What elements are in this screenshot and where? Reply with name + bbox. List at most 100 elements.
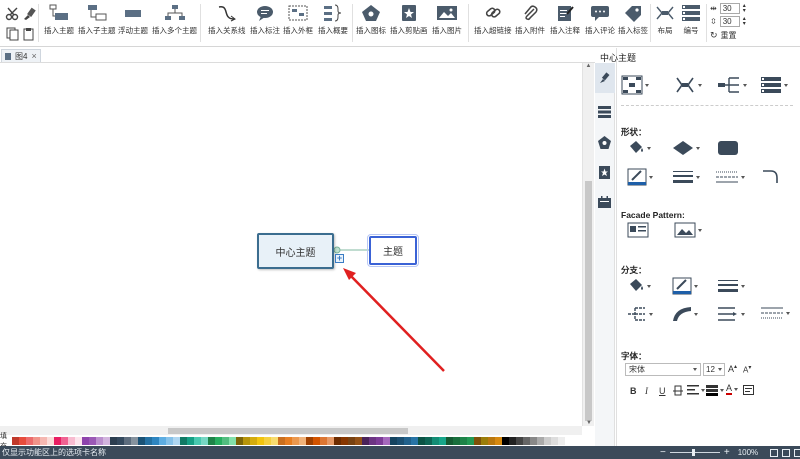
shape-fill-button[interactable]	[627, 140, 651, 156]
collapse-toggle[interactable]: +	[335, 254, 344, 263]
color-swatch[interactable]	[362, 436, 369, 445]
color-swatch[interactable]	[26, 436, 33, 445]
insert-picture-button[interactable]: 插入图片	[432, 3, 462, 36]
vertical-spacing-stepper[interactable]: ▴ ▾	[743, 16, 746, 27]
color-swatch[interactable]	[201, 436, 208, 445]
color-swatch[interactable]	[551, 436, 558, 445]
reset-button[interactable]: ↻ 重置	[710, 30, 737, 41]
color-swatch[interactable]	[278, 436, 285, 445]
subtopic-node[interactable]: 主题	[367, 234, 419, 267]
font-family-select[interactable]: 宋体	[625, 363, 701, 376]
numbering-button[interactable]: 编号	[680, 3, 702, 36]
branch-fill-button[interactable]	[627, 278, 651, 294]
color-swatch[interactable]	[257, 436, 264, 445]
branch-weight-button[interactable]	[717, 279, 745, 293]
horizontal-spacing-input[interactable]: 30	[719, 3, 740, 14]
multi-topic-button[interactable]: 插入多个主题	[152, 3, 197, 36]
bold-button[interactable]: B	[630, 386, 637, 396]
color-swatch[interactable]	[453, 436, 460, 445]
color-swatch[interactable]	[103, 436, 110, 445]
font-size-select[interactable]: 12	[703, 363, 725, 376]
color-swatch[interactable]	[320, 436, 327, 445]
color-swatch[interactable]	[383, 436, 390, 445]
color-swatch[interactable]	[509, 436, 516, 445]
color-swatch[interactable]	[411, 436, 418, 445]
structure-tree-button[interactable]	[717, 75, 747, 95]
color-swatch[interactable]	[467, 436, 474, 445]
vertical-spacing-input[interactable]: 30	[719, 16, 740, 27]
font-color-button[interactable]: A	[726, 384, 739, 395]
vertical-scroll-thumb[interactable]	[585, 181, 592, 421]
branch-curve-button[interactable]	[672, 306, 698, 322]
color-swatch[interactable]	[285, 436, 292, 445]
central-topic-node[interactable]: 中心主题	[257, 233, 334, 269]
callout-button[interactable]: 插入标注	[250, 3, 280, 36]
color-swatch[interactable]	[47, 436, 54, 445]
note-button[interactable]: 插入注释	[550, 3, 580, 36]
color-swatch[interactable]	[75, 436, 82, 445]
color-swatch[interactable]	[565, 436, 572, 445]
horizontal-scroll-thumb[interactable]	[168, 428, 408, 434]
scroll-down-arrow[interactable]: ▼	[583, 420, 595, 426]
color-swatch[interactable]	[306, 436, 313, 445]
color-swatch[interactable]	[61, 436, 68, 445]
color-swatch[interactable]	[110, 436, 117, 445]
color-swatch[interactable]	[334, 436, 341, 445]
strikethrough-button[interactable]	[673, 385, 683, 398]
color-swatch[interactable]	[264, 436, 271, 445]
zoom-out-icon[interactable]: −	[660, 447, 666, 458]
color-swatch[interactable]	[544, 436, 551, 445]
color-swatch[interactable]	[208, 436, 215, 445]
structure-list-button[interactable]	[760, 75, 788, 95]
float-topic-button[interactable]: 浮动主题	[118, 3, 148, 36]
close-tab-icon[interactable]: ×	[31, 51, 36, 61]
shape-border-weight-button[interactable]	[672, 170, 700, 184]
color-swatch[interactable]	[523, 436, 530, 445]
color-swatch[interactable]	[460, 436, 467, 445]
color-swatch[interactable]	[327, 436, 334, 445]
attachment-button[interactable]: 插入附件	[515, 3, 545, 36]
color-swatch[interactable]	[418, 436, 425, 445]
horizontal-scrollbar[interactable]	[0, 426, 582, 435]
underline-button[interactable]: U	[659, 386, 666, 396]
color-swatch[interactable]	[390, 436, 397, 445]
zoom-in-icon[interactable]: +	[724, 447, 730, 458]
color-swatch[interactable]	[439, 436, 446, 445]
text-box-button[interactable]	[743, 385, 754, 397]
branch-color-button[interactable]	[672, 277, 698, 295]
color-swatch[interactable]	[222, 436, 229, 445]
color-swatch[interactable]	[432, 436, 439, 445]
color-swatch[interactable]	[229, 436, 236, 445]
shape-border-style-button[interactable]	[715, 170, 745, 184]
clipart-panel-tab[interactable]	[599, 166, 610, 181]
zoom-slider-thumb[interactable]	[691, 449, 695, 456]
color-swatch[interactable]	[299, 436, 306, 445]
boundary-button[interactable]: 插入外框	[283, 3, 313, 36]
outline-panel-tab[interactable]	[598, 106, 611, 120]
facade-text-button[interactable]	[627, 222, 649, 238]
shape-corner-button[interactable]	[762, 168, 780, 184]
color-swatch[interactable]	[502, 436, 509, 445]
color-swatch[interactable]	[481, 436, 488, 445]
zoom-slider[interactable]	[669, 449, 720, 456]
color-swatch[interactable]	[313, 436, 320, 445]
color-swatch[interactable]	[516, 436, 523, 445]
insert-icon-button[interactable]: 插入图标	[356, 3, 386, 36]
color-swatch[interactable]	[173, 436, 180, 445]
color-swatch[interactable]	[68, 436, 75, 445]
color-swatch[interactable]	[271, 436, 278, 445]
color-swatch[interactable]	[404, 436, 411, 445]
relation-button[interactable]: 插入关系线	[208, 3, 246, 36]
icon-panel-tab[interactable]	[598, 136, 611, 151]
color-swatch[interactable]	[425, 436, 432, 445]
color-swatch[interactable]	[215, 436, 222, 445]
color-swatch[interactable]	[236, 436, 243, 445]
color-swatch[interactable]	[19, 436, 26, 445]
structure-map-button[interactable]	[621, 75, 649, 95]
shape-type-button[interactable]	[672, 140, 700, 156]
color-swatch[interactable]	[96, 436, 103, 445]
fit-width-icon[interactable]	[782, 448, 791, 457]
color-swatch[interactable]	[117, 436, 124, 445]
color-swatch[interactable]	[82, 436, 89, 445]
clipart-button[interactable]: 插入剪贴画	[390, 3, 428, 36]
